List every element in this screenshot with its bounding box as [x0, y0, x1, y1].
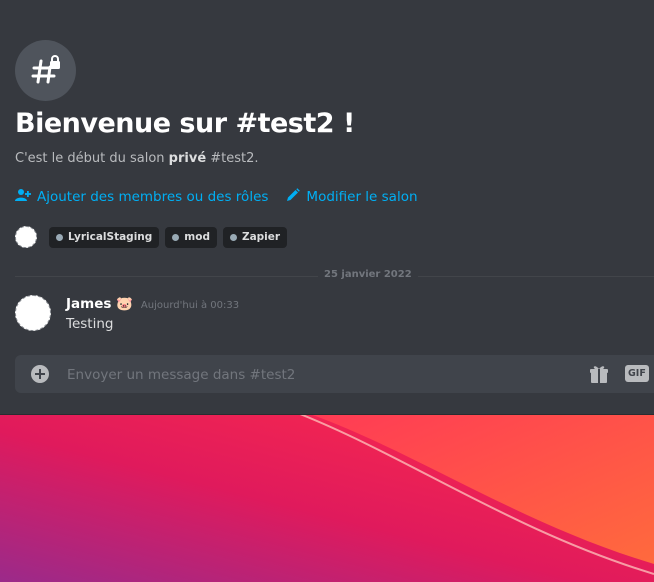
message-composer: GIF: [15, 355, 654, 393]
date-divider-label: 25 janvier 2022: [318, 269, 418, 280]
role-color-dot: [56, 233, 63, 241]
role-chip[interactable]: LyricalStaging: [49, 226, 160, 248]
member-avatar[interactable]: [15, 226, 37, 248]
desktop-wallpaper: [0, 414, 654, 582]
edit-channel-label: Modifier le salon: [306, 189, 418, 205]
message-header: James 🐷 Aujourd'hui à 00:33: [66, 296, 239, 312]
message-author[interactable]: James 🐷: [66, 296, 133, 312]
role-chip[interactable]: Zapier: [222, 226, 288, 248]
add-members-label: Ajouter des membres ou des rôles: [37, 189, 269, 205]
chat-window: Bienvenue sur #test2 ! C'est le début du…: [0, 0, 654, 415]
pencil-icon: [286, 188, 301, 206]
gift-icon[interactable]: [589, 364, 609, 388]
avatar[interactable]: [15, 295, 51, 331]
channel-roles: LyricalStaging mod Zapier: [15, 226, 288, 248]
welcome-title: Bienvenue sur #test2 !: [15, 108, 355, 139]
subtitle-bold: privé: [168, 151, 207, 166]
person-add-icon: [15, 188, 31, 206]
channel-actions: Ajouter des membres ou des rôles Modifie…: [15, 188, 418, 206]
message-content: Testing: [66, 316, 114, 332]
role-color-dot: [172, 233, 180, 241]
role-name: LyricalStaging: [68, 231, 153, 243]
hashtag-lock-icon: [15, 40, 76, 101]
role-color-dot: [229, 233, 237, 241]
message-timestamp: Aujourd'hui à 00:33: [140, 300, 240, 311]
edit-channel-button[interactable]: Modifier le salon: [286, 188, 418, 206]
gif-button[interactable]: GIF: [625, 365, 649, 382]
role-name: mod: [184, 231, 210, 243]
role-name: Zapier: [241, 231, 281, 243]
welcome-subtitle: C'est le début du salon privé #test2.: [15, 151, 259, 166]
role-chip[interactable]: mod: [165, 226, 217, 248]
message-input[interactable]: [65, 362, 579, 388]
plus-circle-icon[interactable]: [31, 365, 49, 383]
subtitle-suffix: #test2.: [206, 151, 259, 166]
subtitle-prefix: C'est le début du salon: [15, 151, 169, 166]
add-members-button[interactable]: Ajouter des membres ou des rôles: [15, 188, 268, 206]
